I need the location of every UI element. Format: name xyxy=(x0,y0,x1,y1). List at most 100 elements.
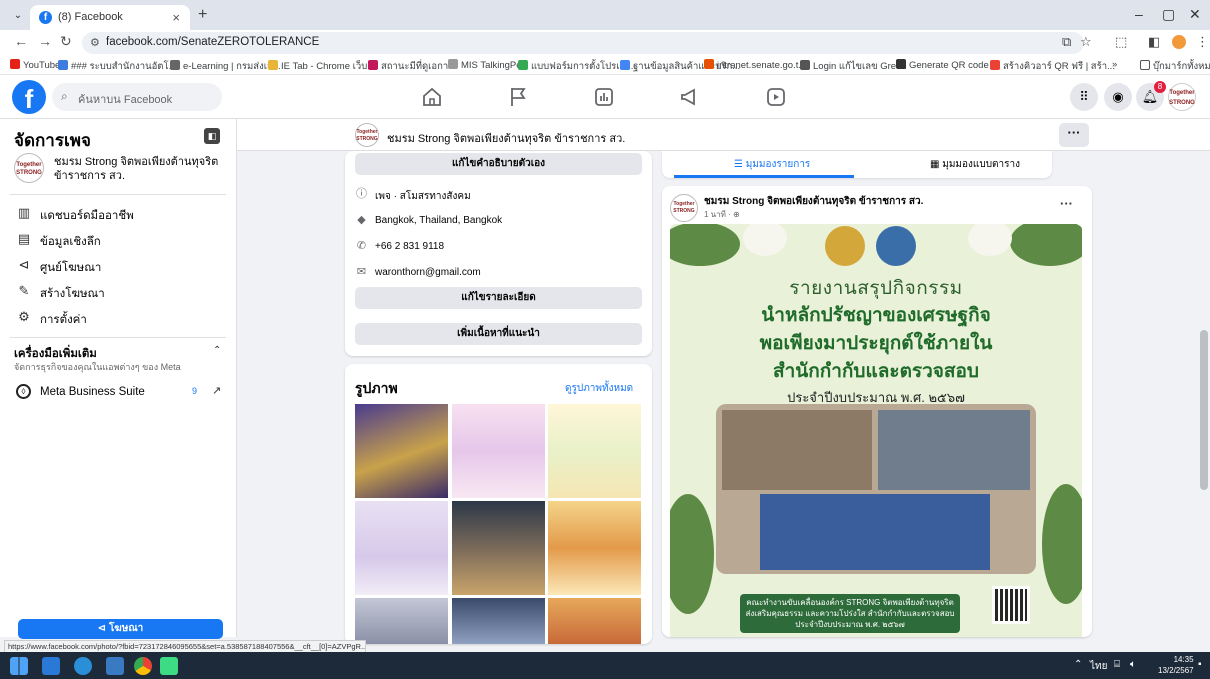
bookmark-star-icon[interactable]: ☆ xyxy=(1080,34,1092,50)
sidebar-item-insights[interactable]: ▤ ข้อมูลเชิงลึก xyxy=(10,227,226,253)
bookmark-item[interactable]: e-Learning | กรมส่งเส... xyxy=(170,59,281,74)
page-name[interactable]: ชมรม Strong จิตพอเพียงต้านทุจริต ข้าราชก… xyxy=(387,129,625,147)
minimize-button[interactable]: – xyxy=(1135,6,1143,22)
post-author-name[interactable]: ชมรม Strong จิตพอเพียงต้านทุจริต ข้าราชก… xyxy=(704,194,923,209)
file-explorer-icon[interactable] xyxy=(42,657,60,675)
page-more-button[interactable]: ··· xyxy=(1059,123,1089,147)
tab-close-icon[interactable]: × xyxy=(172,10,180,25)
bookmark-item[interactable]: IE Tab - Chrome เว็บ... xyxy=(268,59,375,74)
insights-icon: ▤ xyxy=(17,231,31,246)
photo-thumbnail[interactable] xyxy=(548,501,641,595)
photo-thumbnail[interactable] xyxy=(548,404,641,498)
menu-grid-icon[interactable]: ⠿ xyxy=(1070,83,1098,111)
volume-icon[interactable]: 🔈︎ xyxy=(1130,659,1136,670)
bookmark-item[interactable]: แบบฟอร์มการตั้งโปรแก... xyxy=(518,59,636,74)
photo-thumbnail[interactable] xyxy=(452,404,545,498)
notifications-icon[interactable]: ▪ xyxy=(1198,659,1202,670)
facebook-logo-icon[interactable]: f xyxy=(12,80,46,114)
edit-details-button[interactable]: แก้ไขรายละเอียด xyxy=(355,287,642,309)
tab-search-chevron-icon[interactable]: ⌄ xyxy=(8,7,28,25)
home-icon[interactable] xyxy=(420,85,444,109)
taskbar-clock[interactable]: 14:35 13/2/2567 xyxy=(1158,654,1194,676)
tray-overflow-icon[interactable]: ⌃ xyxy=(1074,659,1082,670)
bookmark-youtube[interactable]: YouTube xyxy=(10,59,60,71)
post-more-button[interactable]: ··· xyxy=(1060,196,1073,211)
bookmark-item[interactable]: ### ระบบสำนักงานอัตโ... xyxy=(58,59,177,74)
all-bookmarks-folder[interactable]: บุ๊กมาร์กทั้งหมด xyxy=(1140,59,1210,74)
tab-list-view[interactable]: ☰ มุมมองรายการ xyxy=(734,157,810,172)
account-avatar[interactable]: Together STRONG xyxy=(1168,83,1196,111)
facebook-search-input[interactable]: ⌕ ค้นหาบน Facebook xyxy=(52,83,222,111)
sidebar-item-dashboard[interactable]: ▥ แดชบอร์ดมืออาชีพ xyxy=(10,201,226,227)
pages-flag-icon[interactable] xyxy=(506,85,530,109)
ads-megaphone-icon[interactable] xyxy=(678,85,702,109)
profile-avatar-icon[interactable] xyxy=(1172,35,1186,49)
new-tab-button[interactable]: + xyxy=(198,6,207,24)
poster-line-1: รายงานสรุปกิจกรรม xyxy=(789,278,963,299)
insights-chart-icon[interactable] xyxy=(592,85,616,109)
windows-start-icon[interactable] xyxy=(10,657,28,675)
photo-thumbnail[interactable] xyxy=(355,501,448,595)
photo-thumbnail[interactable] xyxy=(452,598,545,644)
sidebar-item-settings[interactable]: ⚙ การตั้งค่า xyxy=(10,305,226,331)
sidebar-page-switcher[interactable]: Together STRONG ชมรม Strong จิตพอเพียงต้า… xyxy=(14,153,229,189)
photo-thumbnail[interactable] xyxy=(355,598,448,644)
edit-bio-button[interactable]: แก้ไขคำอธิบายตัวเอง xyxy=(355,153,642,175)
video-icon[interactable] xyxy=(764,85,788,109)
store-icon[interactable] xyxy=(106,657,124,675)
line-app-icon[interactable] xyxy=(160,657,178,675)
see-all-photos-link[interactable]: ดูรูปภาพทั้งหมด xyxy=(565,381,633,396)
sidebar-item-label: ศูนย์โฆษณา xyxy=(40,262,102,274)
photo-thumbnail[interactable] xyxy=(548,598,641,644)
sidebar-item-ad-center[interactable]: ⊲ ศูนย์โฆษณา xyxy=(10,253,226,279)
add-featured-button[interactable]: เพิ่มเนื้อหาที่แนะนำ xyxy=(355,323,642,345)
qr-code-icon xyxy=(896,59,906,69)
page-scrollbar-thumb[interactable] xyxy=(1200,330,1208,490)
input-language[interactable]: ไทย xyxy=(1090,659,1107,674)
messenger-icon[interactable]: ◉ xyxy=(1104,83,1132,111)
post-author-avatar[interactable]: Together STRONG xyxy=(670,194,698,222)
chevron-up-icon[interactable]: ⌃ xyxy=(213,345,221,356)
promote-button[interactable]: ⊲ โฆษณา xyxy=(18,619,223,639)
bookmark-item[interactable]: Generate QR code xyxy=(896,59,989,71)
post-image[interactable]: รายงานสรุปกิจกรรม นำหลักปรัชญาของเศรษฐกิ… xyxy=(670,224,1082,637)
install-app-icon[interactable]: ⧉ xyxy=(1062,34,1071,50)
bookmark-item[interactable]: Login แก้ไขเลข Green xyxy=(800,59,907,74)
pen-icon xyxy=(448,59,458,69)
meta-business-suite-link[interactable]: ◊ Meta Business Suite 9 ↗ xyxy=(10,382,226,402)
site-info-icon[interactable]: ⚙ xyxy=(90,36,100,49)
sidebar-title: จัดการเพจ xyxy=(14,131,91,150)
chrome-icon[interactable] xyxy=(134,657,152,675)
side-panel-icon[interactable]: ◧ xyxy=(1148,34,1160,50)
sidebar-item-create-ad[interactable]: ✎ สร้างโฆษณา xyxy=(10,279,226,305)
back-arrow-icon[interactable]: ← xyxy=(14,33,28,49)
tab-grid-view[interactable]: ▦ มุมมองแบบตาราง xyxy=(930,157,1020,172)
post-timestamp[interactable]: 1 นาที · ⊕ xyxy=(704,208,740,221)
browser-tab-facebook[interactable]: f (8) Facebook × xyxy=(30,5,190,30)
close-window-button[interactable]: ✕ xyxy=(1189,6,1201,23)
dashboard-icon: ▥ xyxy=(17,205,31,220)
maximize-button[interactable]: ▢ xyxy=(1162,6,1175,23)
extensions-icon[interactable]: ⬚ xyxy=(1115,34,1127,50)
browser-tab-strip: ⌄ f (8) Facebook × + – ▢ ✕ xyxy=(0,0,1210,30)
meta-suite-count: 9 xyxy=(192,386,198,396)
address-bar[interactable]: ⚙ facebook.com/SenateZEROTOLERANCE xyxy=(82,32,1084,54)
bookmark-item[interactable]: intranet.senate.go.t... xyxy=(704,59,806,71)
reload-icon[interactable]: ↻ xyxy=(60,33,72,50)
chrome-menu-icon[interactable]: ⋮ xyxy=(1196,34,1209,50)
youtube-icon xyxy=(10,59,20,69)
bookmark-item[interactable]: สร้างคิวอาร์ QR ฟรี | สร้า... xyxy=(990,59,1115,74)
bookmark-item[interactable]: MIS TalkingPen xyxy=(448,59,527,71)
bookmarks-overflow-button[interactable]: » xyxy=(1112,59,1117,70)
address-url[interactable]: facebook.com/SenateZEROTOLERANCE xyxy=(106,36,319,48)
photo-thumbnail[interactable] xyxy=(452,501,545,595)
edge-browser-icon[interactable] xyxy=(74,657,92,675)
sidebar-page-name: ชมรม Strong จิตพอเพียงต้านทุจริต ข้าราชก… xyxy=(54,156,219,182)
search-icon: ⌕ xyxy=(61,89,68,103)
forward-arrow-icon[interactable]: → xyxy=(38,33,52,49)
network-icon[interactable]: ⌸ xyxy=(1114,659,1120,670)
photo-thumbnail[interactable] xyxy=(355,404,448,498)
bookmark-item[interactable]: สถานะมีที่ดูเอกา xyxy=(368,59,448,74)
collapse-sidebar-icon[interactable]: ◧ xyxy=(204,128,220,144)
page-avatar[interactable]: Together STRONG xyxy=(355,123,379,147)
